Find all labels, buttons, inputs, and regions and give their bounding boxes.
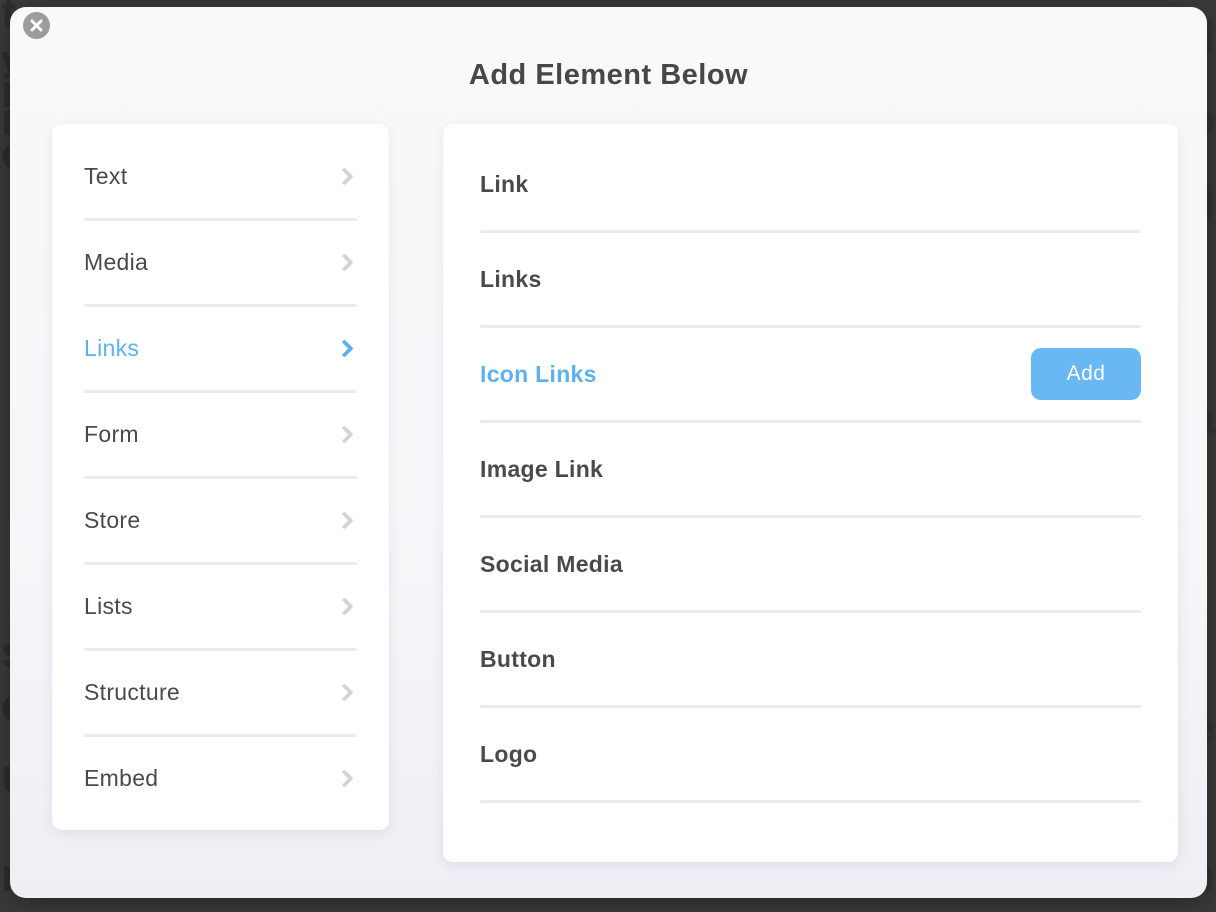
element-row-social-media[interactable]: Social Media xyxy=(443,518,1178,610)
category-list-panel: Text Media Links Form Store Lists Struct… xyxy=(52,124,389,830)
element-row-icon-links[interactable]: Icon Links Add xyxy=(443,328,1178,420)
chevron-right-icon xyxy=(335,597,353,615)
category-label: Embed xyxy=(84,765,158,792)
element-row-image-link[interactable]: Image Link xyxy=(443,423,1178,515)
category-row-store[interactable]: Store xyxy=(52,479,389,562)
category-label: Store xyxy=(84,507,140,534)
chevron-right-icon xyxy=(335,167,353,185)
chevron-right-icon xyxy=(335,511,353,529)
chevron-right-icon xyxy=(335,253,353,271)
element-row-link[interactable]: Link xyxy=(443,138,1178,230)
close-icon xyxy=(30,19,43,32)
chevron-right-icon xyxy=(335,339,353,357)
element-label: Links xyxy=(480,266,542,293)
category-row-text[interactable]: Text xyxy=(52,135,389,218)
chevron-right-icon xyxy=(335,683,353,701)
category-row-lists[interactable]: Lists xyxy=(52,565,389,648)
category-row-links[interactable]: Links xyxy=(52,307,389,390)
category-label: Form xyxy=(84,421,139,448)
add-button[interactable]: Add xyxy=(1031,348,1141,400)
chevron-right-icon xyxy=(335,769,353,787)
category-label: Links xyxy=(84,335,139,362)
element-label: Logo xyxy=(480,741,537,768)
category-label: Lists xyxy=(84,593,133,620)
category-label: Text xyxy=(84,163,127,190)
category-label: Structure xyxy=(84,679,180,706)
add-element-modal: Add Element Below Text Media Links Form … xyxy=(10,7,1207,898)
element-list-panel: Link Links Icon Links Add Image Link Soc… xyxy=(443,124,1178,862)
element-label: Button xyxy=(480,646,556,673)
category-row-embed[interactable]: Embed xyxy=(52,737,389,820)
chevron-right-icon xyxy=(335,425,353,443)
page-backdrop: { "modal": { "title": "Add Element Below… xyxy=(0,0,1216,912)
element-row-logo[interactable]: Logo xyxy=(443,708,1178,800)
element-label: Image Link xyxy=(480,456,603,483)
element-label: Social Media xyxy=(480,551,623,578)
category-row-form[interactable]: Form xyxy=(52,393,389,476)
element-label: Icon Links xyxy=(480,361,597,388)
modal-title: Add Element Below xyxy=(10,59,1207,92)
category-label: Media xyxy=(84,249,148,276)
element-label: Link xyxy=(480,171,528,198)
category-row-media[interactable]: Media xyxy=(52,221,389,304)
element-row-links[interactable]: Links xyxy=(443,233,1178,325)
category-row-structure[interactable]: Structure xyxy=(52,651,389,734)
close-button[interactable] xyxy=(23,12,50,39)
element-row-button[interactable]: Button xyxy=(443,613,1178,705)
divider xyxy=(480,800,1141,803)
